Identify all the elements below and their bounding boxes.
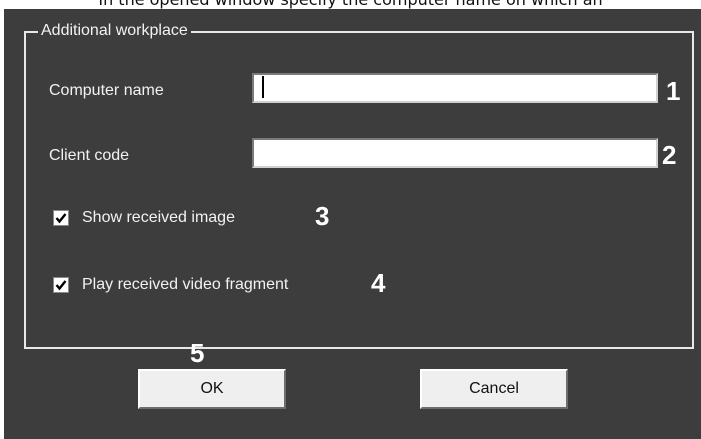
text-cursor — [262, 76, 264, 98]
computer-name-input[interactable] — [252, 73, 658, 103]
callout-marker-4: 4 — [371, 268, 386, 298]
client-code-label: Client code — [49, 147, 130, 164]
page-caption: In the opened window specify the compute… — [0, 0, 701, 9]
show-received-image-checkbox[interactable] — [53, 210, 69, 226]
show-received-image-label: Show received image — [82, 209, 235, 226]
group-title: Additional workplace — [38, 20, 191, 42]
additional-workplace-dialog: Additional workplace Computer name 1 Cli… — [4, 9, 701, 439]
callout-marker-2: 2 — [662, 140, 677, 170]
cancel-button[interactable]: Cancel — [420, 369, 568, 409]
client-code-input[interactable] — [252, 138, 658, 168]
ok-button[interactable]: OK — [138, 369, 286, 409]
play-received-video-checkbox[interactable] — [53, 277, 69, 293]
callout-marker-5: 5 — [190, 338, 205, 368]
computer-name-label: Computer name — [49, 82, 164, 99]
checkmark-icon — [55, 213, 67, 224]
callout-marker-1: 1 — [666, 76, 681, 106]
callout-marker-3: 3 — [315, 201, 330, 231]
checkmark-icon — [55, 280, 67, 291]
play-received-video-label: Play received video fragment — [82, 276, 289, 293]
